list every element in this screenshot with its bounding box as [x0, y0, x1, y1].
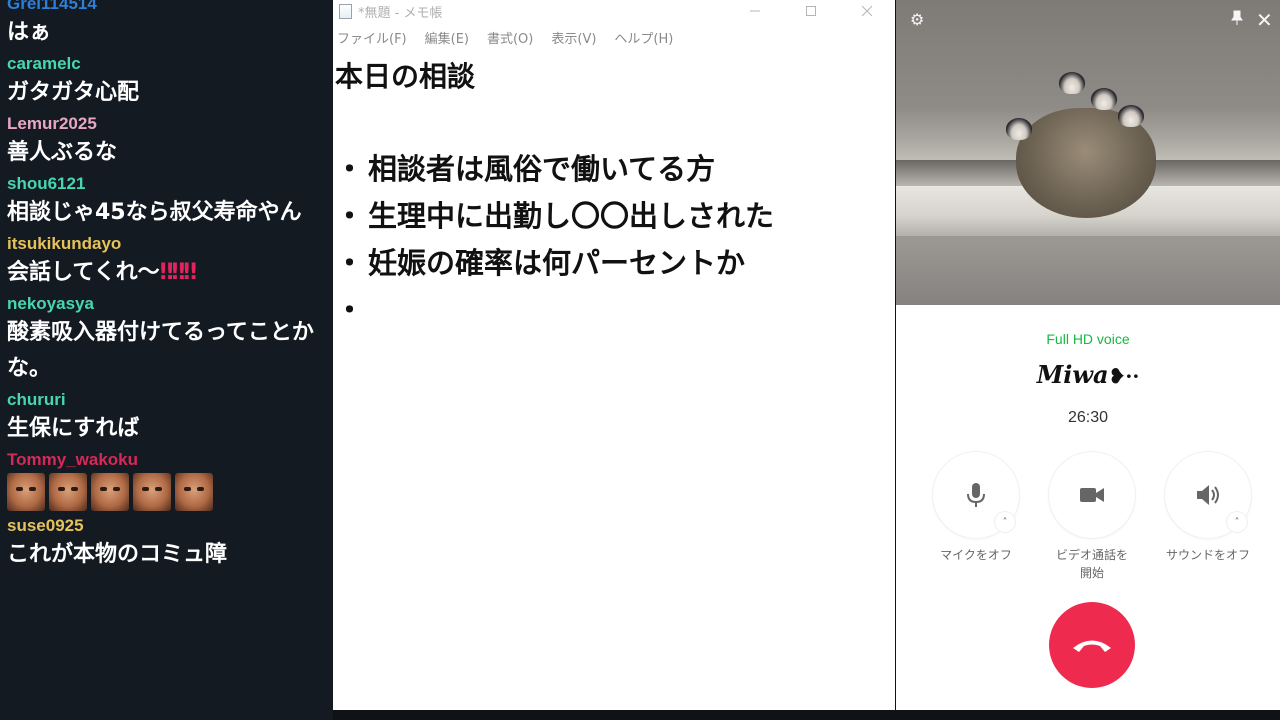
- notepad-text-area[interactable]: 本日の相談 ・相談者は風俗で働いてる方 ・生理中に出勤し〇〇出しされた ・妊娠の…: [335, 55, 890, 334]
- screen-bottom-strip: [333, 710, 1280, 720]
- chevron-up-icon[interactable]: ˄: [1227, 512, 1247, 532]
- chat-username[interactable]: itsukikundayo: [7, 231, 333, 255]
- chat-text-body: 会話してくれ〜: [7, 260, 160, 285]
- chat-text: はぁ: [7, 20, 52, 45]
- face-emote: [175, 473, 213, 511]
- note-bullet: ・妊娠の確率は何パーセントか: [335, 240, 890, 287]
- face-emote: [91, 473, 129, 511]
- emote-row: [7, 471, 333, 513]
- chat-username[interactable]: nekoyasya: [7, 291, 333, 315]
- caller-name: Miwa❥··: [896, 360, 1280, 389]
- chat-message: shou6121 相談じゃ45なら叔父寿命やん: [0, 171, 333, 231]
- note-bullet: ・生理中に出勤し〇〇出しされた: [335, 193, 890, 240]
- note-bullet: ・: [335, 287, 890, 334]
- chat-text: 酸素吸入器付けてるってことかな。: [7, 320, 314, 381]
- chat-panel: Grel114514 はぁ caramelc ガタガタ心配 Lemur2025 …: [0, 0, 333, 720]
- chat-message: Lemur2025 善人ぶるな: [0, 111, 333, 171]
- chat-text: 善人ぶるな: [7, 140, 118, 165]
- chat-text: 会話してくれ〜‼‼‼: [7, 255, 333, 291]
- chat-username[interactable]: Lemur2025: [7, 111, 333, 135]
- maximize-button[interactable]: [783, 0, 839, 22]
- chat-text: 生保にすれば: [7, 416, 140, 441]
- bullet-mark: ・: [335, 293, 365, 327]
- face-emote: [7, 473, 45, 511]
- video-wall: [896, 236, 1280, 305]
- chat-username[interactable]: caramelc: [7, 51, 333, 75]
- chat-text: ガタガタ心配: [7, 80, 140, 105]
- hangup-button[interactable]: [1049, 602, 1135, 688]
- minimize-button[interactable]: [727, 0, 783, 22]
- swallow-chick: [1118, 105, 1144, 127]
- menu-help[interactable]: ヘルプ(H): [614, 28, 673, 50]
- call-window: ⚙ ✕ Full HD voice Miwa❥·· 26:30 ˄ ˄ マイクを…: [896, 0, 1280, 710]
- gear-icon[interactable]: ⚙: [910, 10, 924, 29]
- hangup-phone-icon: [1073, 640, 1111, 652]
- swallow-chick: [1059, 72, 1085, 94]
- chat-message: Tommy_wakoku: [0, 447, 333, 513]
- voice-quality-label: Full HD voice: [1046, 331, 1130, 347]
- face-emote: [133, 473, 171, 511]
- chat-username[interactable]: chururi: [7, 387, 333, 411]
- mute-mic-label: マイクをオフ: [940, 548, 1012, 562]
- start-video-label: ビデオ通話を 開始: [1037, 546, 1147, 582]
- menu-edit[interactable]: 編集(E): [425, 28, 469, 50]
- caller-name-text: Miwa: [1036, 360, 1109, 389]
- bullet-mark: ・: [335, 246, 365, 280]
- chat-message: chururi 生保にすれば: [0, 387, 333, 447]
- chat-text: これが本物のコミュ障: [7, 542, 228, 567]
- window-title: *無題 - メモ帳: [358, 5, 443, 21]
- note-bullet: ・相談者は風俗で働いてる方: [335, 146, 890, 193]
- chevron-up-icon[interactable]: ˄: [995, 512, 1015, 532]
- mute-mic-button[interactable]: ˄: [933, 452, 1019, 538]
- bullet-mark: ・: [335, 152, 365, 186]
- chat-username[interactable]: Tommy_wakoku: [7, 447, 333, 471]
- menu-format[interactable]: 書式(O): [487, 28, 533, 50]
- chat-username[interactable]: shou6121: [7, 171, 333, 195]
- close-button[interactable]: [839, 0, 895, 22]
- chat-message: nekoyasya 酸素吸入器付けてるってことかな。: [0, 291, 333, 387]
- notepad-titlebar[interactable]: *無題 - メモ帳: [333, 0, 895, 22]
- close-icon[interactable]: ✕: [1256, 8, 1273, 32]
- swallow-chick: [1091, 88, 1117, 110]
- bullet-text: 相談者は風俗で働いてる方: [368, 152, 716, 186]
- minimize-icon: [750, 10, 760, 12]
- caller-name-suffix: ❥··: [1108, 364, 1140, 388]
- chat-message: itsukikundayo 会話してくれ〜‼‼‼: [0, 231, 333, 291]
- start-video-button[interactable]: [1049, 452, 1135, 538]
- notepad-icon: [339, 3, 352, 19]
- menu-file[interactable]: ファイル(F): [337, 28, 407, 50]
- pin-glyph: [1231, 10, 1243, 25]
- menu-view[interactable]: 表示(V): [551, 28, 596, 50]
- note-bullet-list: ・相談者は風俗で働いてる方 ・生理中に出勤し〇〇出しされた ・妊娠の確率は何パー…: [335, 146, 890, 334]
- bullet-mark: ・: [335, 199, 365, 233]
- mute-sound-button[interactable]: ˄: [1165, 452, 1251, 538]
- swallow-chick: [1006, 118, 1032, 140]
- call-duration: 26:30: [1067, 409, 1109, 426]
- chat-username[interactable]: Grel114514: [7, 0, 333, 15]
- start-video-label-line1: ビデオ通話を: [1055, 548, 1128, 562]
- chat-message: caramelc ガタガタ心配: [0, 51, 333, 111]
- notepad-window: *無題 - メモ帳 ファイル(F) 編集(E) 書式(O) 表示(V) ヘルプ(…: [333, 0, 895, 710]
- video-feed: ⚙ ✕: [896, 0, 1280, 305]
- double-exclamation-emoji: ‼‼‼: [159, 260, 197, 285]
- close-icon: [861, 5, 873, 17]
- mute-sound-label: サウンドをオフ: [1165, 548, 1250, 562]
- chat-text: 相談じゃ45なら叔父寿命やん: [7, 200, 302, 225]
- chat-message-list: Grel114514 はぁ caramelc ガタガタ心配 Lemur2025 …: [0, 0, 333, 573]
- note-heading: 本日の相談: [335, 60, 476, 93]
- pin-icon[interactable]: [1230, 10, 1244, 30]
- notepad-menubar: ファイル(F) 編集(E) 書式(O) 表示(V) ヘルプ(H): [333, 28, 688, 50]
- bullet-text: 生理中に出勤し〇〇出しされた: [368, 199, 775, 233]
- window-controls: [727, 0, 895, 22]
- video-camera-icon: [1080, 488, 1104, 502]
- face-emote: [49, 473, 87, 511]
- chat-message: suse0925 これが本物のコミュ障: [0, 513, 333, 573]
- bullet-text: 妊娠の確率は何パーセントか: [368, 246, 746, 280]
- microphone-icon: [967, 483, 985, 507]
- chat-message: Grel114514 はぁ: [0, 0, 333, 51]
- start-video-label-line2: 開始: [1079, 566, 1104, 580]
- speaker-icon: [1197, 485, 1219, 505]
- chat-username[interactable]: suse0925: [7, 513, 333, 537]
- maximize-icon: [806, 6, 816, 16]
